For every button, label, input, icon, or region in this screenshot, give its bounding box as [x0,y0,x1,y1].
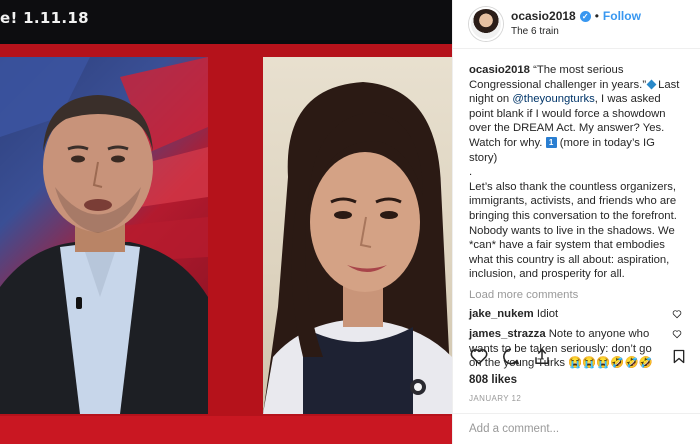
comment-username[interactable]: jake_nukem [469,308,534,320]
post-media-video[interactable]: e! 1.11.18 [0,0,452,444]
video-right-panel-guest [263,57,452,414]
post-caption: ocasio2018 “The most serious Congression… [469,63,682,282]
comment-text-block: jake_nukem Idiot [469,307,672,322]
comment-like-heart-icon[interactable] [672,329,682,344]
likes-count[interactable]: 808 likes [469,374,517,386]
post-header-line: ocasio2018 ✓ • Follow [511,9,641,24]
post-sidebar: ocasio2018 ✓ • Follow The 6 train ocasio… [452,0,700,444]
caption-mention-link[interactable]: @theyoungturks [512,93,594,105]
comment-username[interactable]: james_strazza [469,328,546,340]
load-more-comments-button[interactable]: Load more comments [469,288,682,303]
comments-section: ocasio2018 “The most serious Congression… [453,49,700,371]
comment-like-heart-icon[interactable] [672,309,682,324]
comment-text: Idiot [536,307,559,320]
avatar[interactable] [469,7,503,41]
follow-button[interactable]: Follow [603,9,641,24]
keycap-one-icon: 1 [545,137,557,149]
post-header-text: ocasio2018 ✓ • Follow The 6 train [511,9,641,39]
verified-badge-icon: ✓ [579,11,591,22]
comment-bubble-icon[interactable] [501,347,521,371]
post-actions-bar [469,347,687,371]
comment-item: jake_nukem Idiot [469,307,682,324]
add-comment-input[interactable]: Add a comment... [453,413,700,444]
post-date: JANUARY 12 [469,394,522,403]
post-header: ocasio2018 ✓ • Follow The 6 train [453,0,700,49]
like-heart-icon[interactable] [469,347,489,371]
separator-dot: • [594,9,599,23]
video-overlay-date-text: e! 1.11.18 [0,9,89,27]
post-username[interactable]: ocasio2018 [511,9,576,24]
caption-text-4: (more in today’s IG story) . Let’s also … [469,136,677,281]
blue-diamond-icon [646,79,657,90]
share-upload-icon[interactable] [533,347,551,371]
video-left-panel-host [0,57,208,414]
caption-username[interactable]: ocasio2018 [469,64,530,76]
post-location[interactable]: The 6 train [511,24,641,39]
save-bookmark-icon[interactable] [671,347,687,371]
